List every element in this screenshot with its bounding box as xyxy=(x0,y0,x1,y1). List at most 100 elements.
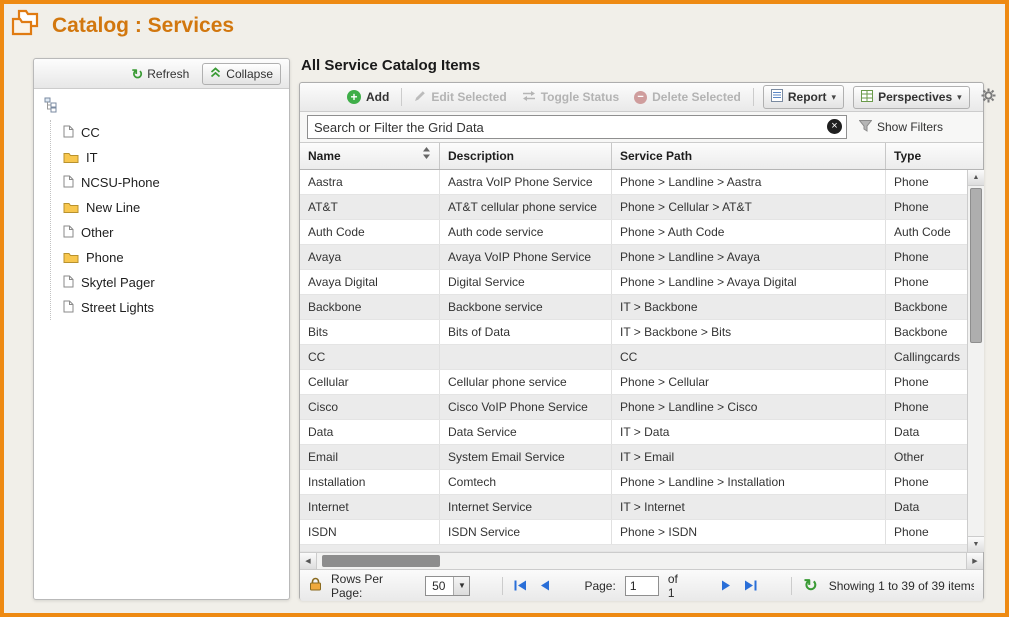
previous-page-button[interactable] xyxy=(538,580,552,591)
table-row[interactable]: Avaya Avaya VoIP Phone Service Phone > L… xyxy=(300,245,967,270)
clear-icon[interactable]: × xyxy=(827,119,842,134)
column-header-service-path[interactable]: Service Path xyxy=(612,143,886,169)
page-number-input[interactable] xyxy=(625,576,659,596)
vertical-scrollbar[interactable]: ▲ ▼ xyxy=(967,170,984,552)
table-row[interactable]: Avaya Digital Digital Service Phone > La… xyxy=(300,270,967,295)
tree-root-icon[interactable] xyxy=(44,97,283,118)
table-row[interactable]: Cellular Cellular phone service Phone > … xyxy=(300,370,967,395)
table-row[interactable]: ISDN ISDN Service Phone > ISDN Phone xyxy=(300,520,967,545)
table-row[interactable]: Email System Email Service IT > Email Ot… xyxy=(300,445,967,470)
last-page-button[interactable] xyxy=(742,580,759,591)
cell-type: Backbone xyxy=(886,320,967,344)
next-page-button[interactable] xyxy=(719,580,733,591)
cell-name: Avaya xyxy=(300,245,440,269)
tree-item-ncsu-phone[interactable]: NCSU-Phone xyxy=(63,170,283,195)
tree-list: CC IT NCSU-Phone New Line Other xyxy=(50,120,283,320)
grid-title: All Service Catalog Items xyxy=(301,57,480,74)
toggle-status-label: Toggle Status xyxy=(541,90,619,104)
category-tree-panel: ↻ Refresh Collapse CC IT xyxy=(33,58,290,600)
table-row[interactable]: Internet Internet Service IT > Internet … xyxy=(300,495,967,520)
table-row[interactable]: Bits Bits of Data IT > Backbone > Bits B… xyxy=(300,320,967,345)
scroll-left-button[interactable]: ◀ xyxy=(300,553,317,569)
cell-type: Other xyxy=(886,445,967,469)
cell-description: Digital Service xyxy=(440,270,612,294)
horizontal-scrollbar[interactable]: ◀ ▶ xyxy=(300,552,983,569)
tree-item-street-lights[interactable]: Street Lights xyxy=(63,295,283,320)
perspectives-label: Perspectives xyxy=(878,90,952,104)
folder-icon xyxy=(63,250,79,266)
delete-selected-button[interactable]: − Delete Selected xyxy=(631,88,744,106)
column-header-type[interactable]: Type xyxy=(886,143,983,169)
report-button[interactable]: Report ▾ xyxy=(763,85,844,109)
edit-selected-label: Edit Selected xyxy=(431,90,506,104)
toggle-status-button[interactable]: Toggle Status xyxy=(519,88,622,107)
refresh-grid-button[interactable]: ↻ xyxy=(801,578,819,594)
cell-service-path: Phone > ISDN xyxy=(612,520,886,544)
cell-description: Bits of Data xyxy=(440,320,612,344)
cell-description: Cisco VoIP Phone Service xyxy=(440,395,612,419)
perspectives-grid-icon xyxy=(861,90,873,105)
cell-type: Phone xyxy=(886,270,967,294)
table-row[interactable]: Backbone Backbone service IT > Backbone … xyxy=(300,295,967,320)
rows-per-page-select[interactable]: 50 ▼ xyxy=(425,576,470,596)
table-row[interactable]: Cisco Cisco VoIP Phone Service Phone > L… xyxy=(300,395,967,420)
folder-icon xyxy=(63,150,79,166)
chevron-down-icon: ▼ xyxy=(453,577,469,595)
tree-item-skytel-pager[interactable]: Skytel Pager xyxy=(63,270,283,295)
table-row[interactable]: Auth Code Auth code service Phone > Auth… xyxy=(300,220,967,245)
show-filters-button[interactable]: Show Filters xyxy=(859,120,943,135)
scroll-down-button[interactable]: ▼ xyxy=(968,536,984,552)
refresh-icon: ↻ xyxy=(132,68,144,80)
add-button[interactable]: + Add xyxy=(344,88,392,106)
cell-name: Auth Code xyxy=(300,220,440,244)
cell-description: Comtech xyxy=(440,470,612,494)
cell-service-path: IT > Backbone > Bits xyxy=(612,320,886,344)
cell-type: Phone xyxy=(886,170,967,194)
refresh-icon: ↻ xyxy=(803,578,817,594)
rows-per-page-label: Rows Per Page: xyxy=(331,572,416,600)
cell-type: Data xyxy=(886,495,967,519)
page-icon xyxy=(63,225,74,241)
tree-item-new-line[interactable]: New Line xyxy=(63,195,283,220)
report-icon xyxy=(771,89,783,105)
search-input[interactable] xyxy=(307,115,847,139)
tree-item-phone[interactable]: Phone xyxy=(63,245,283,270)
column-header-description[interactable]: Description xyxy=(440,143,612,169)
add-label: Add xyxy=(366,90,389,104)
tree-item-label: Skytel Pager xyxy=(81,275,155,290)
edit-selected-button[interactable]: Edit Selected xyxy=(411,88,509,107)
table-row[interactable]: CC CC Callingcards xyxy=(300,345,967,370)
perspectives-button[interactable]: Perspectives ▾ xyxy=(853,86,970,109)
page-title: Catalog : Services xyxy=(52,14,234,38)
scroll-right-button[interactable]: ▶ xyxy=(966,553,983,569)
tree-item-label: CC xyxy=(81,125,100,140)
first-page-button[interactable] xyxy=(512,580,529,591)
cell-service-path: IT > Backbone xyxy=(612,295,886,319)
table-row[interactable]: Aastra Aastra VoIP Phone Service Phone >… xyxy=(300,170,967,195)
vertical-scrollbar-thumb[interactable] xyxy=(970,188,982,343)
tree-item-cc[interactable]: CC xyxy=(63,120,283,145)
scroll-up-button[interactable]: ▲ xyxy=(968,170,984,186)
table-row[interactable]: Data Data Service IT > Data Data xyxy=(300,420,967,445)
table-row[interactable]: AT&T AT&T cellular phone service Phone >… xyxy=(300,195,967,220)
lock-icon xyxy=(309,577,322,594)
footer-separator xyxy=(791,577,792,595)
chevron-down-icon: ▾ xyxy=(832,92,837,103)
cell-type: Phone xyxy=(886,370,967,394)
cell-name: CC xyxy=(300,345,440,369)
showing-records-text: Showing 1 to 39 of 39 items xyxy=(829,579,974,593)
column-header-name[interactable]: Name xyxy=(300,143,440,169)
grid-rows: Aastra Aastra VoIP Phone Service Phone >… xyxy=(300,170,967,552)
cell-type: Data xyxy=(886,420,967,444)
horizontal-scrollbar-thumb[interactable] xyxy=(322,555,440,567)
tree-item-it[interactable]: IT xyxy=(63,145,283,170)
settings-button[interactable] xyxy=(979,88,998,106)
cell-service-path: IT > Internet xyxy=(612,495,886,519)
table-row[interactable]: Installation Comtech Phone > Landline > … xyxy=(300,470,967,495)
tree-item-other[interactable]: Other xyxy=(63,220,283,245)
refresh-button[interactable]: ↻ Refresh xyxy=(129,65,193,83)
cell-description: System Email Service xyxy=(440,445,612,469)
tree-toolbar: ↻ Refresh Collapse xyxy=(34,59,289,89)
cell-description: Auth code service xyxy=(440,220,612,244)
collapse-button[interactable]: Collapse xyxy=(202,63,281,85)
